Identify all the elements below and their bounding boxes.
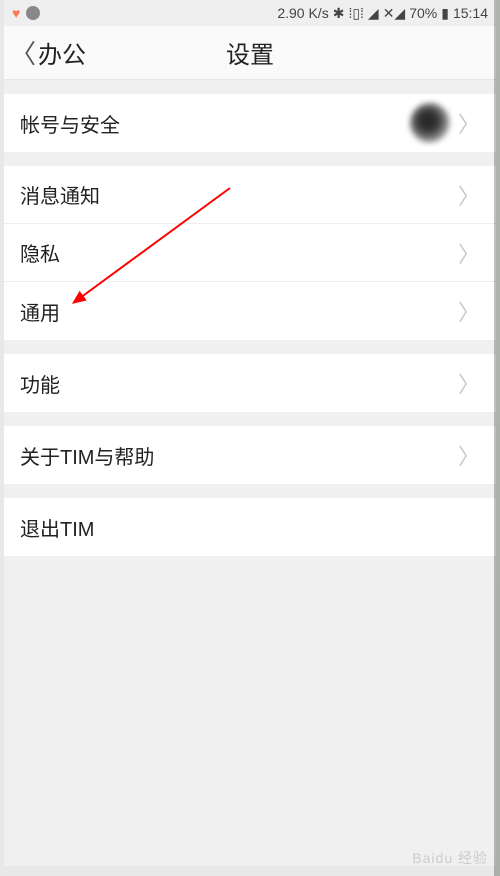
- bluetooth-icon: ✱: [333, 5, 345, 22]
- account-security-item[interactable]: 帐号与安全 〉: [4, 94, 496, 152]
- logout-item[interactable]: 退出TIM: [4, 498, 496, 556]
- item-label: 消息通知: [20, 180, 458, 209]
- clock: 15:14: [453, 5, 488, 21]
- chevron-right-icon: 〉: [458, 295, 480, 327]
- item-label: 关于TIM与帮助: [20, 441, 458, 470]
- avatar: [410, 103, 450, 143]
- signal-icon: ✕◢: [383, 5, 406, 22]
- item-label: 隐私: [20, 238, 458, 267]
- item-label: 帐号与安全: [20, 109, 410, 138]
- battery-percent: 70%: [409, 5, 437, 21]
- back-button[interactable]: 〈 办公: [4, 34, 86, 71]
- back-label: 办公: [38, 35, 86, 70]
- chevron-right-icon: 〉: [458, 179, 480, 211]
- watermark: Baidu 经验: [412, 848, 488, 868]
- heart-icon: ♥: [12, 5, 20, 21]
- vibrate-icon: ⁞▯⁞: [348, 5, 363, 22]
- general-item[interactable]: 通用 〉: [4, 282, 496, 340]
- side-shadow: [494, 0, 500, 876]
- item-label: 通用: [20, 297, 458, 326]
- chevron-right-icon: 〉: [458, 107, 480, 139]
- about-item[interactable]: 关于TIM与帮助 〉: [4, 426, 496, 484]
- chevron-right-icon: 〉: [458, 439, 480, 471]
- network-speed: 2.90 K/s: [277, 5, 328, 21]
- page-title: 设置: [226, 35, 274, 70]
- nav-bar: 〈 办公 设置: [4, 26, 496, 80]
- chevron-right-icon: 〉: [458, 367, 480, 399]
- status-bar: ♥ 2.90 K/s ✱ ⁞▯⁞ ◢ ✕◢ 70% ▮ 15:14: [4, 0, 496, 26]
- item-label: 功能: [20, 369, 458, 398]
- notifications-item[interactable]: 消息通知 〉: [4, 166, 496, 224]
- privacy-item[interactable]: 隐私 〉: [4, 224, 496, 282]
- wifi-icon: ◢: [368, 5, 379, 22]
- circle-icon: [26, 6, 40, 20]
- chevron-left-icon: 〈: [10, 34, 36, 71]
- battery-icon: ▮: [441, 5, 449, 22]
- features-item[interactable]: 功能 〉: [4, 354, 496, 412]
- item-label: 退出TIM: [20, 513, 480, 542]
- chevron-right-icon: 〉: [458, 237, 480, 269]
